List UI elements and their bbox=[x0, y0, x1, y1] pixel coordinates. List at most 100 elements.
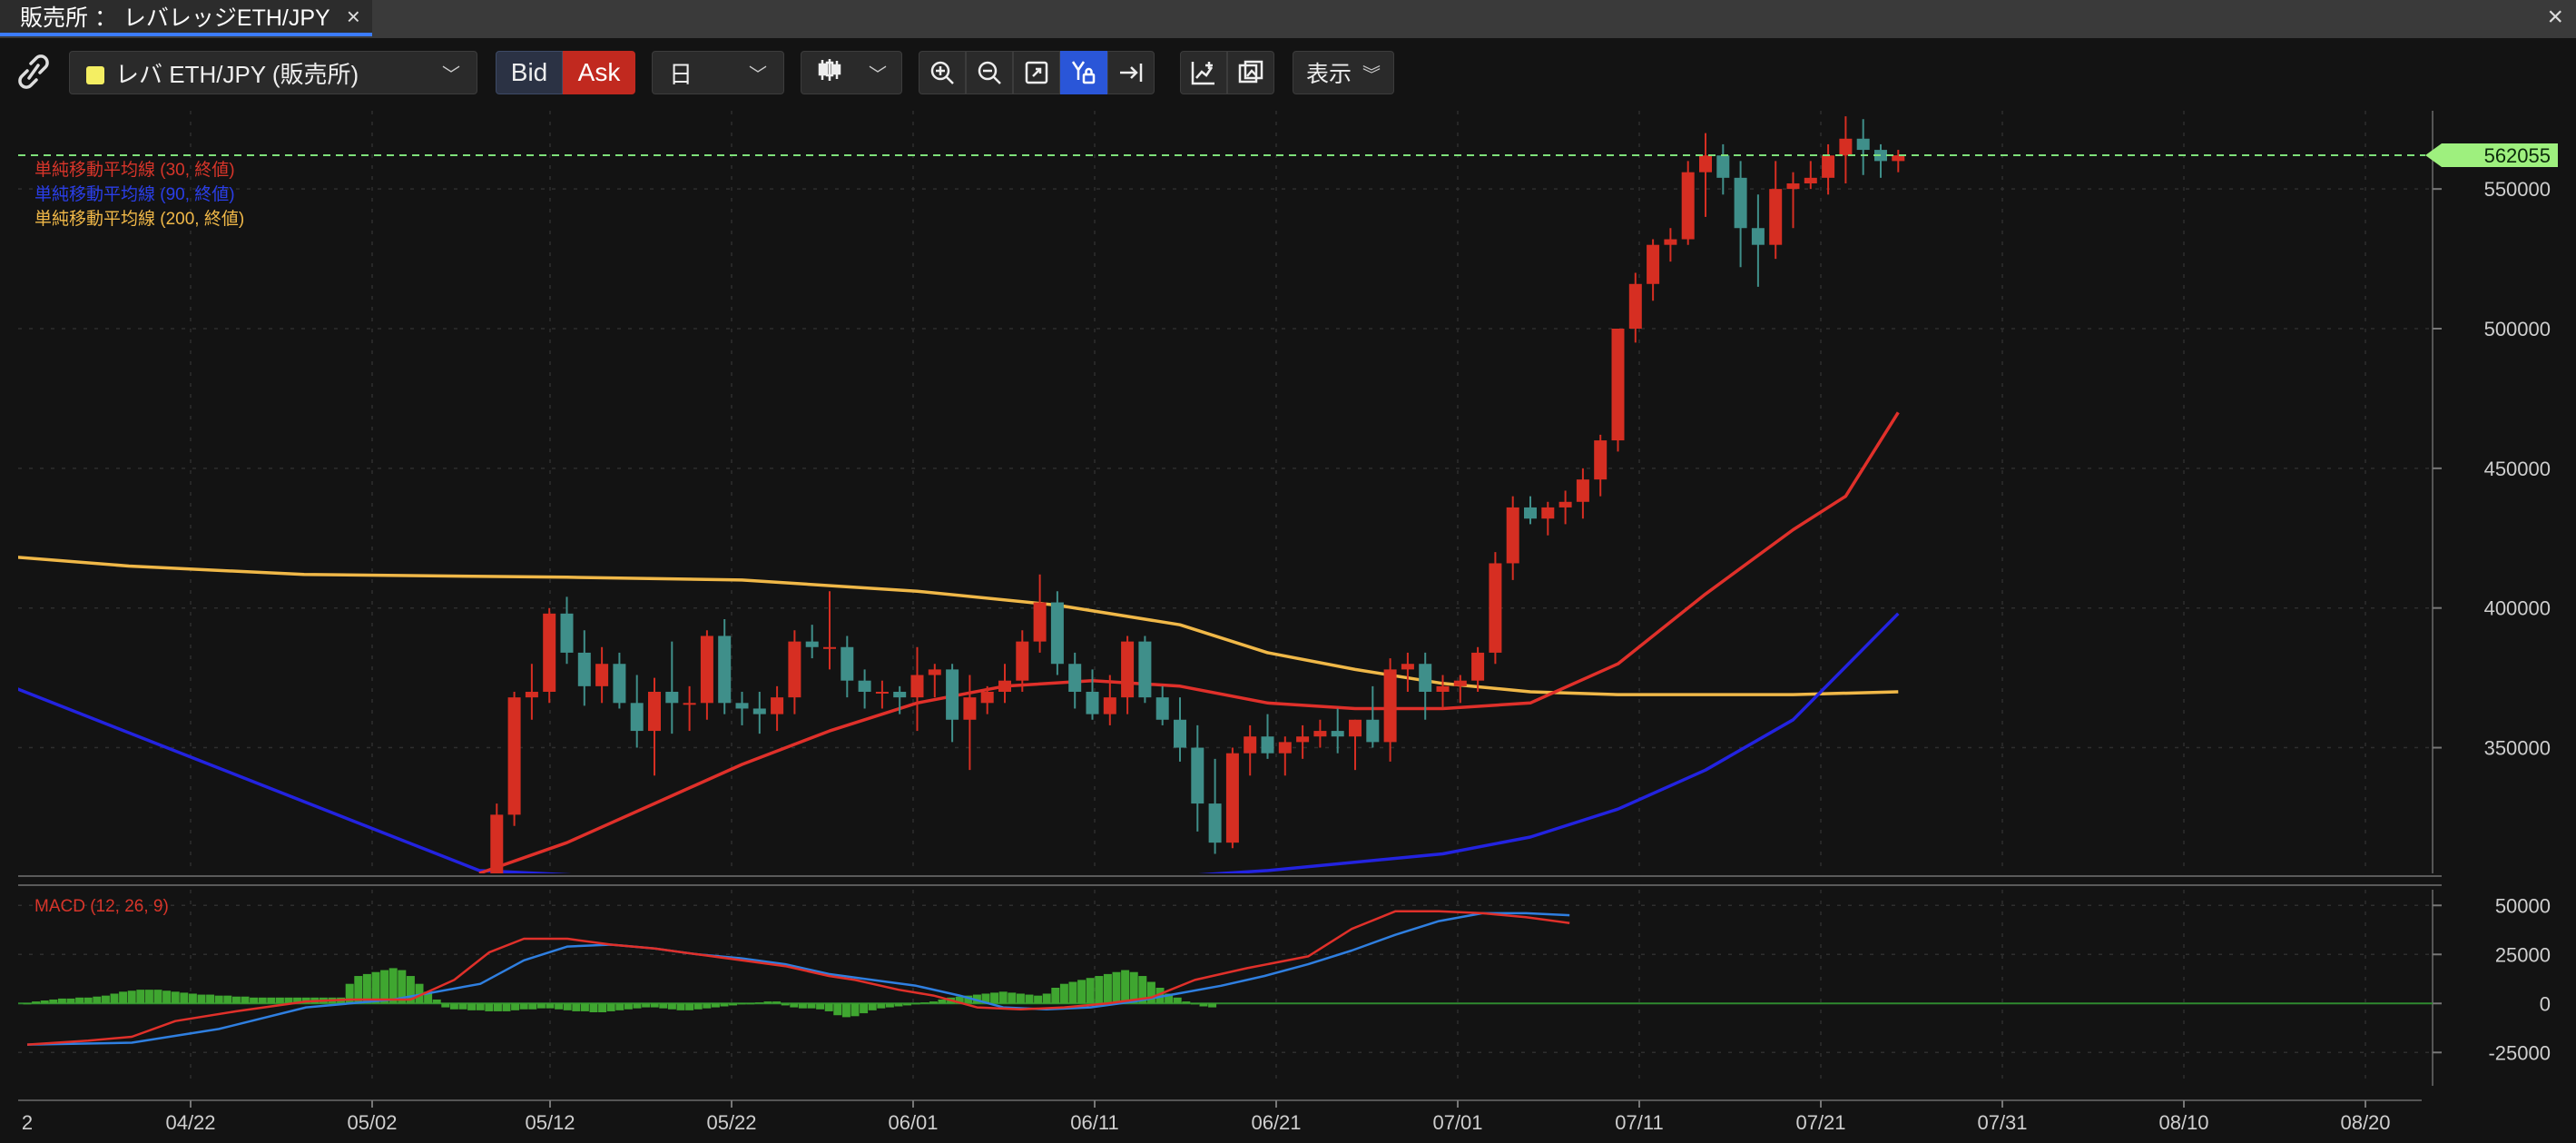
x-tick-label: 08/20 bbox=[2340, 1111, 2390, 1134]
macd-histogram-bar bbox=[860, 1003, 869, 1014]
x-tick-label: 07/21 bbox=[1795, 1111, 1845, 1134]
candle-body bbox=[1349, 719, 1362, 737]
candle-body bbox=[1611, 329, 1625, 441]
scroll-to-latest-icon[interactable] bbox=[1107, 51, 1155, 94]
macd-histogram-bar bbox=[1086, 978, 1095, 1004]
macd-histogram-bar bbox=[23, 1003, 32, 1005]
x-tick-label: 05/12 bbox=[525, 1111, 575, 1134]
chart-canvas[interactable]: 2 04/22 05/02 05/12 05/22 06/01 06/11 06/21 07/0… bbox=[0, 107, 2576, 1138]
chart-area[interactable]: 2 04/22 05/02 05/12 05/22 06/01 06/11 06/21 07/0… bbox=[0, 107, 2576, 1138]
macd-histogram-bar bbox=[519, 1003, 528, 1010]
tab-close-icon[interactable]: × bbox=[347, 3, 360, 31]
chevron-down-icon: ﹀ bbox=[442, 64, 460, 85]
macd-histogram-bar bbox=[737, 1003, 746, 1005]
macd-histogram-bar bbox=[1059, 983, 1068, 1004]
macd-histogram-bar bbox=[66, 998, 75, 1004]
legend-sma90[interactable]: 単純移動平均線 (90, 終値) bbox=[34, 181, 235, 205]
candle-body bbox=[1138, 641, 1152, 698]
macd-histogram-bar bbox=[850, 1003, 860, 1017]
y-tick-label: 500000 bbox=[2484, 318, 2551, 340]
macd-histogram-bar bbox=[511, 1003, 520, 1010]
macd-histogram-bar bbox=[162, 990, 172, 1004]
candle-body bbox=[1576, 479, 1589, 502]
macd-histogram-bar bbox=[467, 1003, 477, 1010]
macd-histogram-bar bbox=[720, 1003, 729, 1007]
add-indicator-icon[interactable] bbox=[1180, 51, 1227, 94]
ask-button[interactable]: Ask bbox=[563, 51, 635, 94]
macd-histogram-bar bbox=[885, 1003, 894, 1008]
macd-histogram-bar bbox=[633, 1003, 642, 1009]
macd-histogram-bar bbox=[1077, 980, 1086, 1004]
macd-histogram-bar bbox=[1173, 997, 1182, 1004]
macd-histogram-bar bbox=[729, 1003, 738, 1006]
macd-histogram-bar bbox=[241, 996, 250, 1004]
macd-histogram-bar bbox=[754, 1002, 763, 1004]
x-tick-label: 06/11 bbox=[1070, 1111, 1118, 1134]
macd-histogram-bar bbox=[841, 1003, 850, 1018]
x-tick-label: 04/22 bbox=[165, 1111, 215, 1134]
fit-screen-icon[interactable] bbox=[1013, 51, 1060, 94]
macd-histogram-bar bbox=[772, 1001, 782, 1004]
screenshot-icon[interactable] bbox=[1227, 51, 1274, 94]
candle-body bbox=[1121, 641, 1135, 698]
candle-body bbox=[1033, 602, 1047, 642]
macd-histogram-bar bbox=[711, 1003, 720, 1008]
x-tick-label: 07/31 bbox=[1977, 1111, 2027, 1134]
candle-body bbox=[1664, 239, 1677, 245]
candle-body bbox=[1839, 138, 1853, 156]
candlestick-icon bbox=[816, 56, 843, 90]
macd-histogram-bar bbox=[563, 1003, 572, 1010]
period-select[interactable]: 日 ﹀ bbox=[652, 51, 784, 94]
display-label: 表示 bbox=[1306, 62, 1352, 87]
macd-histogram-bar bbox=[536, 1003, 546, 1009]
candle-body bbox=[805, 641, 819, 647]
macd-histogram-bar bbox=[1208, 1003, 1217, 1008]
candle-body bbox=[1804, 177, 1817, 183]
macd-histogram-bar bbox=[153, 990, 162, 1004]
legend-sma30[interactable]: 単純移動平均線 (30, 終値) bbox=[34, 156, 235, 181]
display-menu-button[interactable]: 表示 ︾ bbox=[1293, 51, 1394, 94]
y-tick-label: 350000 bbox=[2484, 737, 2551, 760]
tab-leverage-eth-jpy[interactable]: 販売所 ： レバレッジETH/JPY × bbox=[0, 0, 372, 36]
macd-histogram-bar bbox=[920, 1002, 929, 1004]
macd-histogram-bar bbox=[555, 1003, 564, 1010]
candle-body bbox=[577, 652, 591, 686]
symbol-select[interactable]: レバ ETH/JPY (販売所) ﹀ bbox=[69, 51, 477, 94]
macd-histogram-bar bbox=[502, 1003, 511, 1011]
macd-y-tick-label: 25000 bbox=[2495, 943, 2551, 966]
macd-histogram-bar bbox=[441, 1003, 450, 1008]
macd-histogram-bar bbox=[659, 1003, 668, 1009]
macd-histogram-bar bbox=[929, 1001, 938, 1004]
chart-toolbar: レバ ETH/JPY (販売所) ﹀ Bid Ask 日 ﹀ ﹀ 表示 ︾ bbox=[0, 38, 2576, 107]
candle-body bbox=[1016, 641, 1029, 681]
macd-histogram-bar bbox=[1016, 993, 1025, 1004]
macd-histogram-bar bbox=[868, 1003, 877, 1010]
zoom-out-icon[interactable] bbox=[966, 51, 1013, 94]
macd-histogram-bar bbox=[1095, 976, 1104, 1004]
candle-body bbox=[490, 814, 504, 873]
candle-body bbox=[1278, 742, 1292, 754]
candle-body bbox=[1436, 685, 1450, 692]
candle-body bbox=[998, 680, 1011, 692]
period-label: 日 bbox=[669, 60, 693, 88]
x-tick-label: 2 bbox=[22, 1111, 33, 1134]
bid-button[interactable]: Bid bbox=[496, 51, 563, 94]
chevron-down-icon: ﹀ bbox=[749, 64, 767, 85]
y-axis-lock-icon[interactable] bbox=[1060, 51, 1107, 94]
macd-histogram-bar bbox=[1051, 988, 1060, 1004]
window-close-icon[interactable]: × bbox=[2547, 2, 2563, 33]
chart-type-select[interactable]: ﹀ bbox=[801, 51, 902, 94]
candle-body bbox=[1856, 138, 1870, 151]
candle-body bbox=[963, 697, 977, 720]
link-icon[interactable] bbox=[13, 49, 54, 94]
legend-macd[interactable]: MACD (12, 26, 9) bbox=[34, 897, 169, 917]
candle-body bbox=[665, 692, 679, 704]
macd-histogram-bar bbox=[449, 1003, 458, 1010]
macd-histogram-bar bbox=[642, 1003, 651, 1008]
zoom-in-icon[interactable] bbox=[919, 51, 966, 94]
legend-sma200[interactable]: 単純移動平均線 (200, 終値) bbox=[34, 205, 244, 230]
macd-histogram-bar bbox=[833, 1003, 842, 1016]
symbol-color-swatch bbox=[86, 65, 104, 84]
candle-body bbox=[823, 646, 836, 649]
candle-body bbox=[1383, 669, 1397, 743]
